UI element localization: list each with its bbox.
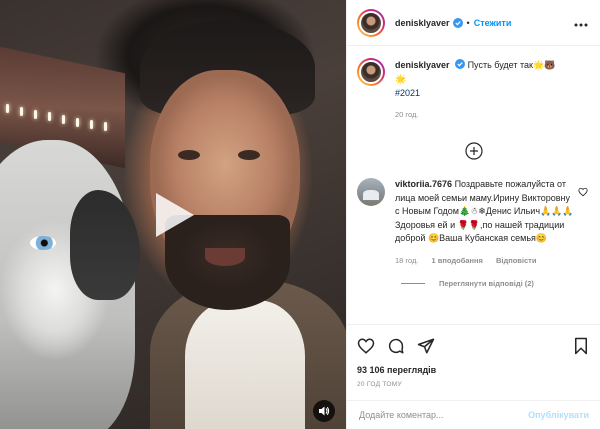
- posted-time[interactable]: 20 ГОД ТОМУ: [357, 381, 591, 388]
- video-player[interactable]: [0, 0, 346, 429]
- publish-button[interactable]: Опублікувати: [528, 410, 589, 420]
- plus-circle-icon: [464, 142, 483, 160]
- husky-eye: [30, 236, 56, 250]
- view-count[interactable]: 93 106 переглядів: [357, 365, 591, 375]
- replies-divider: [401, 283, 425, 284]
- comment-input[interactable]: [359, 410, 529, 420]
- avatar[interactable]: [357, 8, 385, 37]
- share-icon[interactable]: [417, 337, 435, 355]
- post-header: denisklyaver • Стежити: [347, 0, 600, 46]
- comment-icon[interactable]: [387, 337, 405, 355]
- view-replies-button[interactable]: Переглянути відповіді (2): [401, 279, 590, 288]
- heart-icon[interactable]: [357, 337, 375, 355]
- post-panel: denisklyaver • Стежити denisklyaver Пуст…: [346, 0, 600, 429]
- comments-section[interactable]: denisklyaver Пусть будет так🌟🐻 🌟 #2021 2…: [347, 46, 600, 324]
- bookmark-icon[interactable]: [573, 337, 589, 360]
- commenter-username[interactable]: viktoriia.7676: [395, 179, 452, 189]
- verified-badge-icon: [455, 59, 466, 69]
- view-replies-label: Переглянути відповіді (2): [439, 279, 534, 288]
- caption-line2: 🌟: [395, 74, 407, 84]
- mute-button[interactable]: [313, 400, 335, 422]
- caption-avatar[interactable]: [357, 58, 385, 86]
- follow-button[interactable]: Стежити: [474, 18, 512, 28]
- play-button[interactable]: [148, 190, 198, 240]
- reply-button[interactable]: Відповісти: [496, 254, 537, 268]
- hashtag-link[interactable]: #2021: [395, 86, 555, 100]
- author-username[interactable]: denisklyaver: [395, 18, 450, 28]
- string-lights: [4, 100, 114, 131]
- comment-time: 18 год.: [395, 255, 419, 265]
- verified-badge-icon: [452, 17, 463, 28]
- comment: viktoriia.7676 Поздравьте пожалуйста от …: [357, 178, 590, 267]
- add-comment-bar: Опублікувати: [347, 400, 600, 429]
- speaker-icon: [319, 406, 330, 416]
- load-more-comments-button[interactable]: [463, 140, 485, 162]
- commenter-avatar[interactable]: [357, 178, 385, 206]
- caption-text: Пусть будет так🌟🐻: [467, 60, 556, 70]
- separator-dot: •: [466, 17, 470, 28]
- caption-time: 20 год.: [395, 110, 419, 119]
- post-actions: 93 106 переглядів 20 ГОД ТОМУ: [347, 324, 600, 388]
- comment-likes[interactable]: 1 вподобання: [431, 254, 482, 268]
- comment-meta: 18 год. 1 вподобання Відповісти: [395, 254, 575, 268]
- comment-like-icon[interactable]: [578, 184, 588, 202]
- sweater: [185, 300, 305, 429]
- mouth: [205, 248, 245, 266]
- play-icon: [156, 193, 194, 237]
- left-eye: [178, 150, 200, 160]
- caption-body: denisklyaver Пусть будет так🌟🐻 🌟 #2021 2…: [395, 58, 555, 122]
- husky-mask: [70, 190, 140, 300]
- caption-username[interactable]: denisklyaver: [395, 60, 450, 70]
- more-options-icon[interactable]: [574, 14, 588, 32]
- right-eye: [238, 150, 260, 160]
- comment-body: viktoriia.7676 Поздравьте пожалуйста от …: [395, 178, 575, 267]
- action-icons: [357, 333, 591, 359]
- caption: denisklyaver Пусть будет так🌟🐻 🌟 #2021 2…: [357, 58, 590, 122]
